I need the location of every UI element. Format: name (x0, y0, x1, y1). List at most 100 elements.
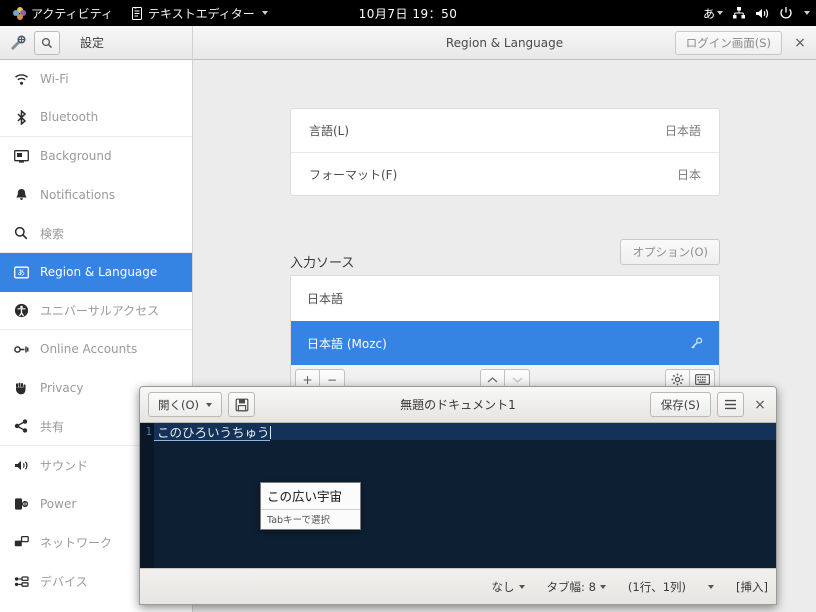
ime-label: あ (702, 6, 715, 21)
chevron-down-icon (599, 584, 606, 589)
sidebar-item-region-and-language[interactable]: あ Region & Language (0, 252, 192, 292)
text-editor-header-right: 保存(S) × (649, 392, 770, 417)
line-number: 1 (145, 425, 152, 438)
wifi-icon (13, 71, 29, 87)
network-icon (13, 534, 29, 550)
tab-width-selector[interactable]: タブ幅: 8 (547, 579, 606, 595)
sharing-icon (13, 418, 29, 434)
power-icon[interactable] (779, 6, 793, 20)
chevron-down-icon (708, 584, 715, 589)
settings-close-button[interactable]: × (790, 32, 810, 54)
accessibility-icon (13, 302, 29, 318)
tab-width-label: タブ幅: 8 (546, 579, 596, 594)
cursor-position: (1行、1列) (628, 579, 686, 595)
text-editor-close-button[interactable]: × (750, 394, 770, 416)
language-row[interactable]: 言語(L) 日本語 (291, 109, 719, 152)
keyboard-icon (694, 374, 710, 385)
language-format-panel: 言語(L) 日本語 フォーマット(F) 日本 (290, 108, 720, 196)
bell-icon (13, 187, 29, 203)
sidebar-item-label: Privacy (40, 381, 84, 396)
ime-candidate-popup[interactable]: この広い宇宙 Tabキーで選択 (260, 482, 361, 530)
format-value: 日本 (676, 167, 701, 182)
format-label: フォーマット(F) (309, 167, 398, 182)
desktop-screen: アクティビティ テキストエディター 10月7日 19：50 あ 設定 Regio… (0, 0, 816, 612)
ime-candidate[interactable]: この広い宇宙 (261, 483, 360, 509)
clock-button[interactable]: 10月7日 19：50 (0, 5, 816, 22)
sidebar-item-universal-access[interactable]: ユニバーサルアクセス (0, 292, 192, 331)
list-item[interactable]: 日本語 (Mozc) (291, 321, 719, 366)
sidebar-item-label: Background (40, 149, 112, 164)
power-plug-icon (13, 496, 29, 512)
text-editor-header-bar: 開く(O) 無題のドキュメント1 保存(S) × (140, 387, 776, 423)
language-value: 日本語 (664, 124, 701, 138)
settings-header-left: 設定 (0, 25, 193, 60)
svg-text:あ: あ (17, 268, 25, 277)
settings-header-right: ログイン画面(S) × (674, 31, 810, 55)
settings-app-icon (8, 33, 28, 53)
text-editor-area[interactable]: 1 このひろいうちゅう この広い宇宙 Tabキーで選択 (140, 423, 776, 570)
sidebar-item-label: Notifications (40, 188, 116, 203)
sidebar-item-label: Bluetooth (40, 110, 99, 125)
text-cursor (269, 426, 271, 439)
list-item[interactable]: 日本語 (291, 276, 719, 321)
line-number-gutter: 1 (140, 423, 154, 570)
sidebar-item-label: 検索 (40, 226, 65, 241)
language-label: 言語(L) (309, 124, 350, 138)
devices-icon (13, 573, 29, 589)
clock-label: 10月7日 19：50 (358, 6, 458, 21)
sidebar-item-wifi[interactable]: Wi-Fi (0, 60, 192, 99)
settings-search-button[interactable] (34, 30, 60, 55)
input-method-settings-icon[interactable] (690, 337, 703, 350)
sidebar-item-search[interactable]: 検索 (0, 214, 192, 253)
sidebar-item-label: 共有 (40, 419, 65, 434)
bluetooth-icon (13, 109, 29, 125)
cursor-position-label: (1行、1列) (627, 579, 687, 594)
input-source-label: 日本語 (307, 292, 344, 306)
sidebar-item-label: Power (40, 496, 77, 511)
chevron-up-icon (487, 376, 498, 382)
hamburger-menu-icon (725, 399, 736, 410)
search-icon (13, 225, 29, 241)
sidebar-item-label: Online Accounts (40, 342, 138, 357)
settings-header-bar: 設定 Region & Language ログイン画面(S) × (0, 25, 816, 60)
input-source-label: 日本語 (Mozc) (307, 337, 387, 351)
ime-preedit-text: このひろいうちゅう (154, 425, 270, 441)
ime-indicator[interactable]: あ (703, 5, 723, 22)
format-row[interactable]: フォーマット(F) 日本 (291, 152, 719, 195)
background-icon (13, 148, 29, 164)
insert-mode-indicator: [挿入] (736, 579, 768, 595)
sidebar-item-notifications[interactable]: Notifications (0, 176, 192, 215)
sidebar-item-bluetooth[interactable]: Bluetooth (0, 99, 192, 138)
region-icon: あ (13, 264, 29, 280)
sidebar-item-label: ユニバーサルアクセス (40, 303, 160, 318)
gear-icon (671, 373, 684, 386)
highlight-mode-selector[interactable]: なし (492, 579, 525, 595)
encoding-selector[interactable] (708, 584, 715, 589)
online-accounts-icon (13, 341, 29, 357)
sidebar-item-label: Wi-Fi (40, 72, 69, 87)
insert-mode-label: [挿入] (736, 579, 768, 594)
input-sources-list[interactable]: 日本語 日本語 (Mozc) (290, 275, 720, 367)
chevron-down-icon[interactable] (804, 11, 810, 15)
chevron-down-icon (512, 377, 522, 383)
input-sources-options-button[interactable]: オプション(O) (620, 239, 720, 265)
hamburger-menu-button[interactable] (717, 392, 744, 417)
privacy-icon (13, 380, 29, 396)
network-icon[interactable] (732, 6, 746, 20)
top-bar-status-area[interactable]: あ (703, 0, 810, 26)
login-screen-button[interactable]: ログイン画面(S) (674, 31, 782, 55)
save-button[interactable]: 保存(S) (649, 392, 711, 417)
sound-icon (13, 457, 29, 473)
ime-hint: Tabキーで選択 (261, 509, 360, 529)
sidebar-item-label: Region & Language (40, 265, 158, 280)
sidebar-item-label: ネットワーク (40, 535, 113, 550)
sidebar-item-label: サウンド (40, 458, 89, 473)
chevron-down-icon (717, 11, 723, 15)
text-editor-status-bar: なし タブ幅: 8 (1行、1列) [挿入] (140, 568, 776, 604)
sidebar-item-background[interactable]: Background (0, 137, 192, 176)
current-line[interactable]: このひろいうちゅう (154, 423, 776, 441)
chevron-down-icon (518, 584, 525, 589)
volume-icon[interactable] (755, 7, 770, 20)
gnome-top-bar: アクティビティ テキストエディター 10月7日 19：50 あ (0, 0, 816, 26)
sidebar-item-online-accounts[interactable]: Online Accounts (0, 330, 192, 369)
